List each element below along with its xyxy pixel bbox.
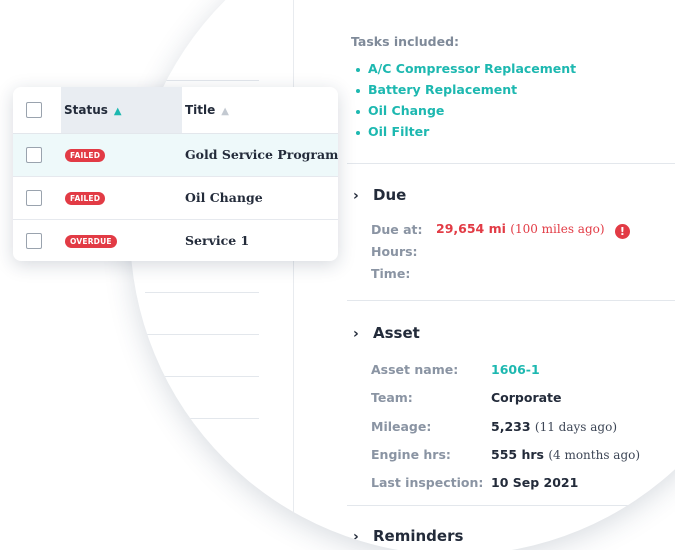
task-label: Battery Replacement (368, 82, 518, 97)
mileage-label: Mileage: (371, 419, 432, 434)
background-row-divider (145, 80, 259, 81)
status-badge: OVERDUE (65, 235, 117, 248)
last-inspection-label: Last inspection: (371, 475, 484, 490)
due-at-value: 29,654 mi (436, 221, 506, 236)
reminders-section-toggle[interactable]: › Reminders (353, 527, 463, 545)
task-label: A/C Compressor Replacement (368, 61, 577, 76)
mileage-value-group: 5,233 (11 days ago) (491, 419, 617, 434)
background-row-divider (145, 334, 259, 335)
task-link[interactable]: A/C Compressor Replacement (356, 60, 576, 81)
reminders-section-title: Reminders (373, 527, 464, 545)
task-label: Oil Filter (368, 124, 430, 139)
bullet-icon (356, 67, 360, 72)
asset-section-title: Asset (373, 324, 420, 342)
due-at-sub: (100 miles ago) (510, 222, 605, 236)
engine-hrs-label: Engine hrs: (371, 447, 451, 462)
last-inspection-value: 10 Sep 2021 (491, 475, 579, 490)
table-row[interactable]: OVERDUE Service 1 (13, 220, 338, 261)
due-section-title: Due (373, 186, 407, 204)
chevron-right-icon: › (353, 188, 359, 204)
select-all-checkbox[interactable] (26, 102, 42, 118)
chevron-right-icon: › (353, 326, 359, 342)
tasks-included-label: Tasks included: (351, 34, 460, 49)
section-divider (347, 163, 675, 164)
section-divider (347, 300, 675, 301)
background-row-divider (145, 376, 259, 377)
asset-section-toggle[interactable]: › Asset (353, 324, 420, 342)
status-column-header[interactable]: Status ▲︎ (64, 103, 122, 117)
task-link[interactable]: Oil Filter (356, 123, 576, 144)
tasks-list: A/C Compressor Replacement Battery Repla… (356, 60, 576, 144)
bullet-icon (356, 88, 360, 93)
table-row[interactable]: FAILED Oil Change (13, 177, 338, 220)
bullet-icon (356, 130, 360, 135)
engine-hrs-sub: (4 months ago) (548, 448, 641, 462)
row-checkbox[interactable] (26, 190, 42, 206)
engine-hrs-value-group: 555 hrs (4 months ago) (491, 447, 640, 462)
row-checkbox[interactable] (26, 233, 42, 249)
asset-name-label: Asset name: (371, 362, 459, 377)
task-link[interactable]: Battery Replacement (356, 81, 576, 102)
magnified-detail-panel: Tasks included: A/C Compressor Replaceme… (130, 0, 675, 550)
time-label: Time: (371, 266, 411, 281)
due-section-toggle[interactable]: › Due (353, 186, 406, 204)
sort-icon: ▲︎ (221, 106, 229, 117)
status-badge: FAILED (65, 149, 106, 162)
status-header-label: Status (64, 103, 108, 117)
team-value: Corporate (491, 390, 562, 405)
asset-name-link[interactable]: 1606-1 (491, 362, 540, 377)
task-label: Oil Change (368, 103, 445, 118)
mileage-sub: (11 days ago) (534, 420, 618, 434)
task-link[interactable]: Oil Change (356, 102, 576, 123)
table-row[interactable]: FAILED Gold Service Program (13, 134, 338, 177)
panel-divider (293, 0, 294, 550)
background-row-divider (145, 292, 259, 293)
mileage-value: 5,233 (491, 419, 531, 434)
app-screenshot: Tasks included: A/C Compressor Replaceme… (0, 0, 675, 550)
due-at-label: Due at: (371, 222, 423, 237)
sort-icon: ▲︎ (113, 106, 122, 117)
section-divider (347, 505, 675, 506)
background-row-divider (145, 418, 259, 419)
title-header-label: Title (185, 103, 216, 117)
row-title: Gold Service Program (185, 147, 338, 162)
row-title: Service 1 (185, 233, 250, 248)
due-at-value-group: 29,654 mi (100 miles ago) ! (436, 221, 630, 239)
engine-hrs-value: 555 hrs (491, 447, 544, 462)
chevron-right-icon: › (353, 529, 359, 545)
exclamation-circle-icon: ! (614, 224, 630, 239)
hours-label: Hours: (371, 244, 418, 259)
team-label: Team: (371, 390, 413, 405)
row-checkbox[interactable] (26, 147, 42, 163)
status-badge: FAILED (65, 192, 106, 205)
service-table: Status ▲︎ Title ▲︎ FAILED Gold Service Pro… (13, 87, 338, 261)
table-header: Status ▲︎ Title ▲︎ (13, 87, 338, 134)
detail-content: Tasks included: A/C Compressor Replaceme… (130, 0, 675, 550)
row-title: Oil Change (185, 190, 263, 205)
title-column-header[interactable]: Title ▲︎ (185, 103, 229, 117)
bullet-icon (356, 109, 360, 114)
